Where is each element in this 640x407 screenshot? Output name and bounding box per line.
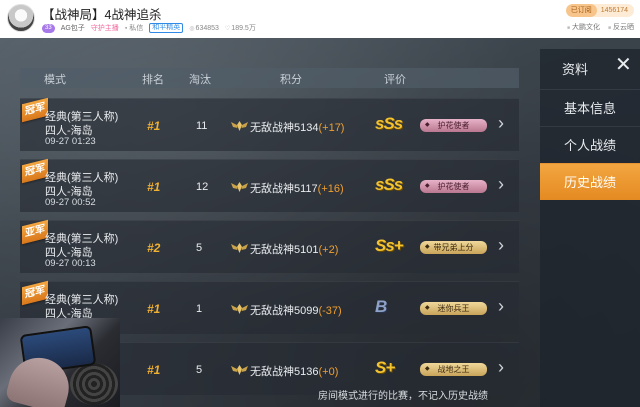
category-tag[interactable]: 和平精英 [149,23,184,33]
score-value: 5101 [294,244,319,256]
match-time: 09-27 00:13 [45,258,96,269]
match-score: 无敌战神5117(+16) [250,180,344,196]
fans-value: 189.5万 [231,25,256,32]
score-tier-name: 无敌战神 [250,183,294,195]
side-item-personal-record[interactable]: 个人战绩 [540,126,640,163]
tier-wings-icon [231,243,248,253]
game-screen: 模式 排名 淘汰 积分 评价 冠军 经典(第三人称) 四人-海岛 09-27 01:2… [0,38,640,407]
score-tier-name: 无敌战神 [250,244,294,256]
popularity-value: 634853 [195,24,219,32]
match-time: 09-27 00:52 [45,197,96,208]
side-item-basic-info[interactable]: 基本信息 [540,89,640,126]
side-panel-title: 资料 [562,62,589,77]
score-delta: (+0) [318,366,339,378]
follow-button[interactable]: 已订阅 1456174 [565,4,634,17]
stream-header: 【战神局】4战神追杀 33 AG包子 守护主播 私信 和平精英 ◎634853 … [0,0,640,38]
guard-streamer-link[interactable]: 守护主播 [91,23,119,33]
profile-side-panel: 资料 ✕ 基本信息 个人战绩 历史战绩 [540,49,640,407]
evaluation-grade: sSs [375,114,403,133]
match-score: 无敌战神5099(-37) [250,302,342,318]
title-badge: 战地之王 [420,363,487,376]
chevron-right-icon[interactable]: › [498,357,504,378]
close-icon[interactable]: ✕ [615,55,632,75]
match-row[interactable]: 亚军 经典(第三人称) 四人-海岛 09-27 00:13 #2 5 无敌战神5101(+2… [20,219,519,273]
tier-wings-icon [231,365,248,375]
score-tier-name: 无敌战神 [250,305,294,317]
score-value: 5099 [294,305,319,317]
fans-icon: ♡ [224,26,231,32]
score-delta: (+17) [318,122,345,134]
match-row[interactable]: 冠军 经典(第三人称) 四人-海岛 09-27 01:23 #1 11 无敌战神5134(+… [20,97,519,151]
match-kills: 12 [196,181,209,193]
follow-count: 1456174 [600,7,628,14]
chevron-right-icon[interactable]: › [498,235,504,256]
followed-label[interactable]: 已订阅 [565,4,597,17]
cooling-fan-image [70,363,118,405]
score-value: 5134 [294,122,319,134]
chevron-right-icon[interactable]: › [498,296,504,317]
stream-title: 【战神局】4战神追杀 [42,8,162,22]
match-rank: #1 [147,302,161,316]
match-score: 无敌战神5101(+2) [250,241,338,257]
tier-wings-icon [231,121,248,131]
match-time: 09-27 01:23 [45,136,96,147]
score-delta: (-37) [318,305,342,317]
table-header: 模式 排名 淘汰 积分 评价 [20,68,519,88]
match-rank: #2 [147,241,161,255]
score-delta: (+16) [317,183,344,195]
streamer-avatar[interactable] [7,4,35,32]
level-badge: 33 [42,23,55,33]
col-score: 积分 [280,74,302,86]
popularity-icon: ◎ [189,25,195,32]
match-rank: #1 [147,180,161,194]
evaluation-grade: sSs [375,175,403,194]
match-rank: #1 [147,363,161,377]
tier-wings-icon [231,182,248,192]
side-item-history-record[interactable]: 历史战绩 [540,163,640,200]
title-badge: 护花使者 [420,180,487,193]
streamer-meta: 33 AG包子 守护主播 私信 和平精英 ◎634853 ♡189.5万 [42,22,256,34]
match-score: 无敌战神5134(+17) [250,119,344,135]
streamer-webcam [0,318,120,407]
evaluation-grade: Ss+ [375,236,404,255]
score-tier-name: 无敌战神 [250,366,294,378]
tier-wings-icon [231,304,248,314]
popularity-stat: ◎634853 [189,25,219,32]
col-rank: 排名 [142,74,164,86]
match-kills: 5 [196,242,203,254]
streamer-name[interactable]: AG包子 [61,23,85,33]
title-badge: 护花使者 [420,119,487,132]
room-mode-note: 房间模式进行的比赛，不记入历史战绩 [318,391,488,402]
score-delta: (+2) [318,244,339,256]
match-kills: 1 [196,303,203,315]
chevron-right-icon[interactable]: › [498,174,504,195]
evaluation-grade: S+ [375,358,395,377]
match-kills: 11 [196,120,208,132]
score-tier-name: 无敌战神 [250,122,294,134]
chevron-right-icon[interactable]: › [498,113,504,134]
title-badge: 带兄弟上分 [420,241,487,254]
col-evaluation: 评价 [384,74,406,86]
fans-stat: ♡189.5万 [225,23,256,33]
private-message-link[interactable]: 私信 [125,23,143,33]
col-mode: 模式 [44,74,66,86]
match-kills: 5 [196,364,203,376]
match-row[interactable]: 冠军 经典(第三人称) 四人-海岛 09-27 00:52 #1 12 无敌战神5117(+… [20,158,519,212]
header-links: 大鹏文化 反云晒 [567,22,634,32]
match-score: 无敌战神5136(+0) [250,363,338,379]
title-badge: 迷你兵王 [420,302,487,315]
evaluation-grade: B [375,297,387,316]
score-value: 5117 [294,183,318,195]
score-value: 5136 [294,366,319,378]
match-rank: #1 [147,119,161,133]
header-link-0[interactable]: 大鹏文化 [567,22,600,32]
header-link-1[interactable]: 反云晒 [608,22,634,32]
col-kills: 淘汰 [189,74,211,86]
